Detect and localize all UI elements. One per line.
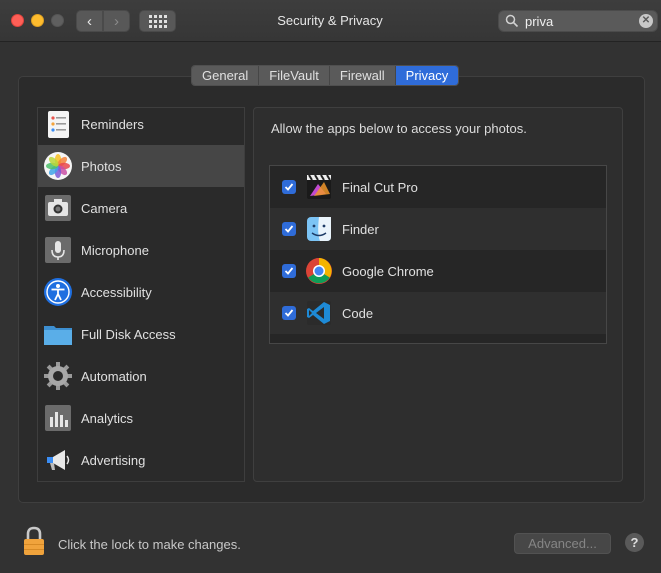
advanced-button[interactable]: Advanced...: [514, 533, 611, 554]
chrome-icon: [306, 258, 332, 284]
panel-description: Allow the apps below to access your phot…: [271, 121, 527, 136]
chevron-right-icon: ›: [114, 12, 119, 30]
app-list[interactable]: Final Cut Pro Finder Google Chrome Code: [269, 165, 607, 344]
checkmark-icon: [284, 183, 294, 191]
title-bar: ‹ › Security & Privacy ✕: [0, 0, 661, 42]
accessibility-icon: [44, 278, 72, 306]
forward-button[interactable]: ›: [103, 10, 130, 32]
sidebar-item-label: Advertising: [81, 452, 146, 468]
app-name: Google Chrome: [342, 263, 434, 279]
sidebar-item-label: Reminders: [81, 116, 144, 132]
reminders-icon: [48, 111, 69, 138]
app-checkbox[interactable]: [282, 264, 296, 278]
sidebar-item-photos[interactable]: Photos: [38, 145, 244, 187]
tab-bar: General FileVault Firewall Privacy: [191, 65, 460, 86]
chevron-left-icon: ‹: [87, 12, 92, 30]
search-input[interactable]: [525, 13, 635, 29]
tab-general[interactable]: General: [192, 66, 260, 85]
app-row-code[interactable]: Code: [270, 292, 606, 334]
sidebar-item-label: Automation: [81, 368, 147, 384]
analytics-icon: [45, 405, 71, 431]
microphone-icon: [45, 237, 71, 263]
sidebar-item-accessibility[interactable]: Accessibility: [38, 271, 244, 313]
sidebar-item-analytics[interactable]: Analytics: [38, 397, 244, 439]
sidebar-item-reminders[interactable]: Reminders: [38, 108, 244, 145]
app-row-google-chrome[interactable]: Google Chrome: [270, 250, 606, 292]
grid-icon: [148, 14, 167, 28]
lock-message: Click the lock to make changes.: [58, 537, 241, 552]
sidebar-item-automation[interactable]: Automation: [38, 355, 244, 397]
checkmark-icon: [284, 267, 294, 275]
camera-icon: [45, 195, 71, 221]
gear-icon: [44, 362, 72, 390]
app-checkbox[interactable]: [282, 222, 296, 236]
lock-icon[interactable]: [22, 526, 46, 556]
sidebar-item-full-disk-access[interactable]: Full Disk Access: [38, 313, 244, 355]
sidebar-item-camera[interactable]: Camera: [38, 187, 244, 229]
app-name: Code: [342, 305, 374, 321]
app-row-finder[interactable]: Finder: [270, 208, 606, 250]
back-button[interactable]: ‹: [76, 10, 103, 32]
finder-icon: [307, 217, 331, 241]
sidebar-item-label: Photos: [81, 158, 122, 174]
final-cut-pro-icon: [307, 174, 331, 199]
vscode-icon: [307, 301, 331, 325]
search-field[interactable]: ✕: [498, 10, 658, 32]
checkmark-icon: [284, 309, 294, 317]
checkmark-icon: [284, 225, 294, 233]
close-window-button[interactable]: [11, 14, 24, 27]
tab-filevault[interactable]: FileVault: [259, 66, 330, 85]
sidebar-item-label: Analytics: [81, 410, 134, 426]
app-name: Final Cut Pro: [342, 179, 418, 195]
sidebar-item-advertising[interactable]: Advertising: [38, 439, 244, 481]
sidebar-item-label: Accessibility: [81, 284, 152, 300]
privacy-category-list[interactable]: Reminders Photos Camera Microphone Acces…: [37, 107, 245, 482]
app-checkbox[interactable]: [282, 306, 296, 320]
sidebar-item-microphone[interactable]: Microphone: [38, 229, 244, 271]
folder-icon: [44, 326, 72, 345]
zoom-window-button[interactable]: [51, 14, 64, 27]
minimize-window-button[interactable]: [31, 14, 44, 27]
app-row-final-cut-pro[interactable]: Final Cut Pro: [270, 166, 606, 208]
photos-icon: [44, 152, 72, 180]
tab-firewall[interactable]: Firewall: [329, 66, 396, 85]
clear-search-icon[interactable]: ✕: [639, 14, 653, 28]
show-all-button[interactable]: [139, 10, 176, 32]
help-button[interactable]: ?: [625, 533, 644, 552]
sidebar-item-label: Camera: [81, 200, 128, 216]
sidebar-item-label: Microphone: [81, 242, 149, 258]
megaphone-icon: [47, 450, 70, 470]
app-checkbox[interactable]: [282, 180, 296, 194]
sidebar-item-label: Full Disk Access: [81, 326, 176, 342]
app-name: Finder: [342, 221, 379, 237]
tab-privacy[interactable]: Privacy: [395, 66, 459, 85]
search-icon: [505, 14, 519, 28]
window-title: Security & Privacy: [277, 13, 383, 28]
